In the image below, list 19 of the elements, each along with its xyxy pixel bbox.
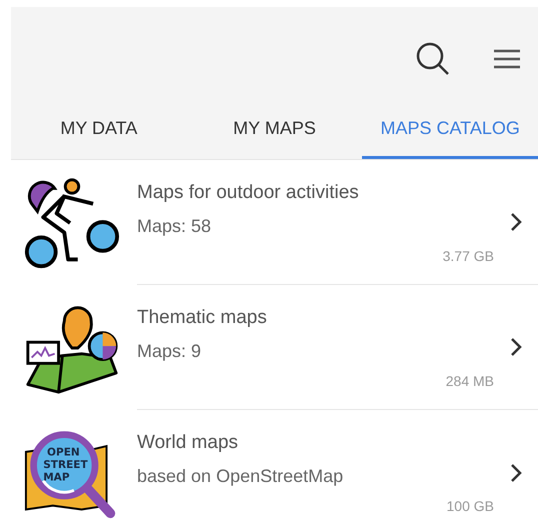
item-title: Thematic maps bbox=[137, 306, 268, 330]
item-size: 284 MB bbox=[446, 372, 494, 390]
item-title: World maps bbox=[137, 431, 240, 455]
item-size: 100 GB bbox=[446, 497, 494, 515]
catalog-item[interactable]: Maps for outdoor activities Maps: 58 3.77 GB bbox=[0, 160, 538, 285]
menu-icon[interactable] bbox=[492, 47, 522, 71]
tab[interactable]: MY DATA bbox=[11, 87, 187, 159]
tab[interactable]: MY MAPS bbox=[186, 87, 362, 159]
item-subtitle: based on OpenStreetMap bbox=[137, 465, 344, 488]
chevron-icon bbox=[510, 337, 522, 357]
item-subtitle: Maps: 58 bbox=[137, 214, 212, 238]
chevron-icon bbox=[510, 212, 522, 232]
chevron-icon bbox=[510, 462, 522, 482]
catalog-item[interactable]: OPEN STREET MAP World maps based on OpenStreetMap 100 GB bbox=[0, 410, 538, 528]
item-title: Maps for outdoor activities bbox=[137, 180, 360, 204]
tab[interactable]: MAPS CATALOG bbox=[362, 87, 538, 159]
item-subtitle: Maps: 9 bbox=[137, 340, 202, 363]
item-size: 3.77 GB bbox=[442, 246, 494, 264]
catalog-item[interactable]: Thematic maps Maps: 9 284 MB bbox=[0, 285, 538, 410]
